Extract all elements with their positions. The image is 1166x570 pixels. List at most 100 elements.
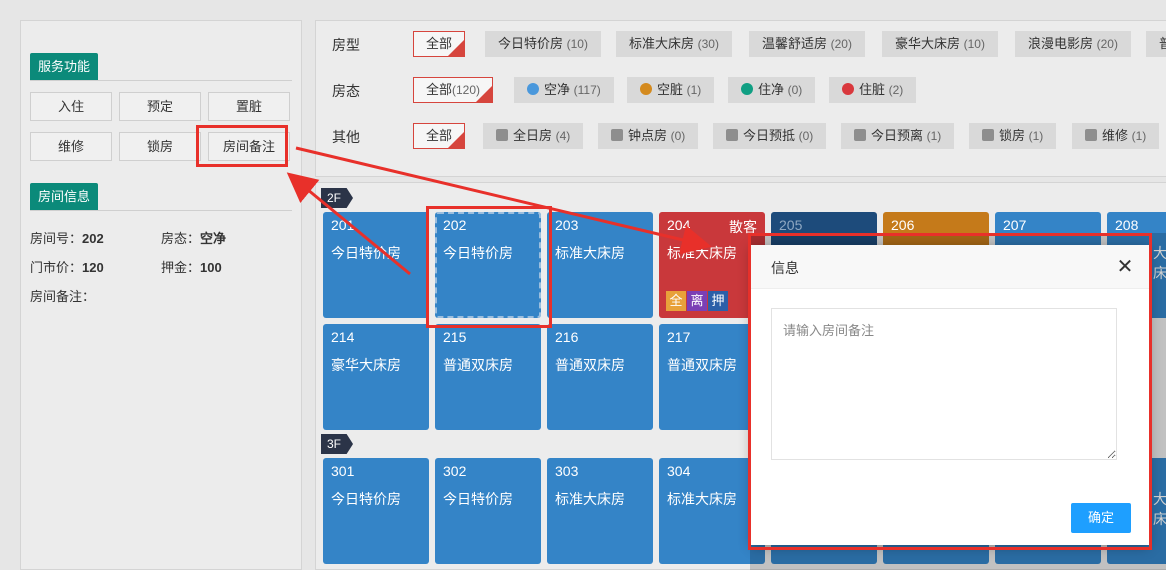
room-number-value: 202: [82, 231, 104, 246]
room-card-215[interactable]: 215 普通双床房: [435, 324, 541, 430]
chip-count: (2): [888, 83, 904, 97]
room-card-203[interactable]: 203 标准大床房: [547, 212, 653, 318]
room-remark-button[interactable]: 房间备注: [208, 132, 290, 161]
filter-status-vacant-clean[interactable]: 空净 (117): [514, 77, 614, 103]
room-type: 今日特价房: [331, 491, 401, 507]
chip-count: (1): [926, 129, 942, 143]
chip-count: (120): [452, 83, 481, 97]
chip-count: (10): [963, 37, 985, 51]
room-number: 202: [443, 217, 467, 233]
room-number: 207: [1003, 217, 1027, 233]
room-type: 今日特价房: [331, 245, 401, 261]
chip-label: 全部: [426, 36, 453, 51]
confirm-button[interactable]: 确定: [1071, 503, 1131, 533]
room-type: 普通双床房: [443, 357, 513, 373]
chip-count: (4): [555, 129, 571, 143]
room-number: 216: [555, 329, 579, 345]
filter-row-room-status: 房态 全部(120) 空净 (117) 空脏 (1) 住净 (0) 住脏 (2): [316, 77, 1166, 103]
filter-status-vacant-dirty[interactable]: 空脏 (1): [627, 77, 715, 103]
occupied-dirty-dot-icon: [842, 83, 854, 95]
room-number: 301: [331, 463, 355, 479]
chip-count: (0): [670, 129, 686, 143]
filter-room-type-cozy[interactable]: 温馨舒适房 (20): [749, 31, 865, 57]
lock-icon: [982, 129, 994, 141]
filter-room-type-regular[interactable]: 普: [1146, 31, 1166, 57]
checkin-button[interactable]: 入住: [30, 92, 112, 121]
room-status-value: 空净: [200, 231, 227, 246]
room-deposit-label: 押金：: [161, 260, 201, 275]
chip-label: 豪华大床房: [895, 36, 961, 51]
filter-status-all[interactable]: 全部(120): [413, 77, 494, 103]
reserve-button[interactable]: 预定: [119, 92, 201, 121]
service-divider: [30, 80, 292, 81]
filter-row-other: 其他 全部 全日房 (4) 钟点房 (0) 今日预抵 (0) 今日预离 (1) …: [316, 123, 1166, 149]
filter-room-type-standard-king[interactable]: 标准大床房 (30): [616, 31, 732, 57]
chip-label: 全日房: [513, 128, 553, 143]
room-number: 303: [555, 463, 579, 479]
chip-label: 维修: [1102, 128, 1129, 143]
chip-label: 今日预离: [871, 128, 924, 143]
clock-icon: [611, 129, 623, 141]
floor-tag-3f: 3F: [321, 434, 354, 454]
filter-room-type-special[interactable]: 今日特价房 (10): [485, 31, 601, 57]
filter-room-type-movie[interactable]: 浪漫电影房 (20): [1015, 31, 1131, 57]
lock-room-button[interactable]: 锁房: [119, 132, 201, 161]
room-card-302[interactable]: 302 今日特价房: [435, 458, 541, 564]
filter-other-arriving[interactable]: 今日预抵 (0): [713, 123, 827, 149]
set-dirty-button[interactable]: 置脏: [208, 92, 290, 121]
room-card-201[interactable]: 201 今日特价房: [323, 212, 429, 318]
room-card-216[interactable]: 216 普通双床房: [547, 324, 653, 430]
filter-room-type-all[interactable]: 全部: [413, 31, 466, 57]
room-deposit-info: 押金：100: [161, 257, 222, 276]
vacant-dirty-dot-icon: [640, 83, 652, 95]
chip-label: 标准大床房: [629, 36, 695, 51]
filter-other-hourly[interactable]: 钟点房 (0): [598, 123, 699, 149]
filter-row-room-type: 房型 全部 今日特价房 (10) 标准大床房 (30) 温馨舒适房 (20) 豪…: [316, 31, 1166, 57]
departing-badge: 离: [687, 291, 707, 311]
room-number: 201: [331, 217, 355, 233]
vacant-clean-dot-icon: [527, 83, 539, 95]
filter-status-occupied-clean[interactable]: 住净 (0): [728, 77, 816, 103]
room-price-label: 门市价：: [30, 260, 83, 275]
room-card-202[interactable]: 202 今日特价房: [435, 212, 541, 318]
room-type: 标准大床房: [555, 245, 625, 261]
repair-button[interactable]: 维修: [30, 132, 112, 161]
chip-label: 全部: [426, 82, 453, 97]
room-type: 普通双床房: [555, 357, 625, 373]
room-card-301[interactable]: 301 今日特价房: [323, 458, 429, 564]
chip-label: 今日特价房: [498, 36, 564, 51]
room-number-info: 房间号：202: [30, 228, 104, 247]
filter-status-occupied-dirty[interactable]: 住脏 (2): [829, 77, 917, 103]
remark-dialog: 信息 ✕ 确定: [751, 245, 1149, 545]
filter-panel: 房型 全部 今日特价房 (10) 标准大床房 (30) 温馨舒适房 (20) 豪…: [315, 20, 1166, 177]
occupied-clean-dot-icon: [741, 83, 753, 95]
filter-other-all[interactable]: 全部: [413, 123, 466, 149]
room-card-214[interactable]: 214 豪华大床房: [323, 324, 429, 430]
chip-count: (20): [1096, 37, 1118, 51]
filter-other-repair[interactable]: 维修 (1): [1072, 123, 1160, 149]
room-card-303[interactable]: 303 标准大床房: [547, 458, 653, 564]
service-section-title: 服务功能: [30, 53, 99, 80]
filter-other-departing[interactable]: 今日预离 (1): [841, 123, 955, 149]
full-day-badge: 全: [666, 291, 686, 311]
chip-count: (0): [798, 129, 814, 143]
chip-count: (20): [830, 37, 852, 51]
left-panel: 服务功能 入住 预定 置脏 维修 锁房 房间备注 房间信息 房间号：202 房态…: [20, 20, 302, 570]
filter-other-full-day[interactable]: 全日房 (4): [483, 123, 584, 149]
room-number: 206: [891, 217, 915, 233]
room-type: 标准大床房: [555, 491, 625, 507]
chip-count: (10): [566, 37, 588, 51]
room-number: 304: [667, 463, 691, 479]
room-number: 208: [1115, 217, 1139, 233]
deposit-badge: 押: [708, 291, 728, 311]
dialog-header: 信息 ✕: [751, 245, 1149, 289]
room-deposit-value: 100: [200, 260, 222, 275]
filter-room-type-deluxe-king[interactable]: 豪华大床房 (10): [882, 31, 998, 57]
close-icon[interactable]: ✕: [1115, 257, 1135, 277]
chip-count: (1): [1131, 129, 1147, 143]
chip-label: 今日预抵: [743, 128, 796, 143]
filter-other-locked[interactable]: 锁房 (1): [969, 123, 1057, 149]
room-remark-textarea[interactable]: [771, 308, 1117, 460]
chip-label: 温馨舒适房: [762, 36, 828, 51]
room-number: 217: [667, 329, 691, 345]
